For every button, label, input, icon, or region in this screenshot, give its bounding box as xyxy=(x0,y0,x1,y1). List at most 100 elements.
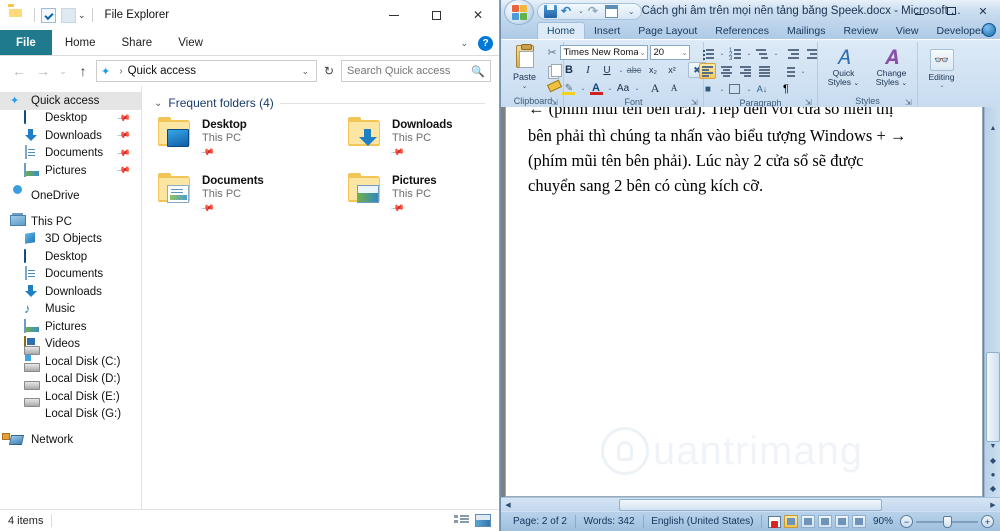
sidebar-item-quick-access[interactable]: ✦ Quick access xyxy=(0,92,141,110)
sidebar-item-documents[interactable]: Documents 📌 xyxy=(0,145,141,163)
tab-references[interactable]: References xyxy=(706,23,778,39)
customize-qat-caret-icon[interactable]: ⌄ xyxy=(78,10,86,21)
shrink-font-icon[interactable]: A xyxy=(666,80,683,96)
draft-icon[interactable] xyxy=(851,515,866,528)
maximize-button[interactable] xyxy=(936,2,966,20)
sidebar-item-local-disk-g[interactable]: Local Disk (G:) xyxy=(0,406,141,424)
align-center-icon[interactable] xyxy=(718,63,735,79)
web-layout-icon[interactable] xyxy=(817,515,832,528)
quick-styles-button[interactable]: 𝐴 Quick Styles ⌄ xyxy=(822,47,866,88)
sidebar-item-network[interactable]: Network xyxy=(0,431,141,449)
up-button[interactable]: ↑ xyxy=(72,60,94,82)
page-indicator[interactable]: Page: 2 of 2 xyxy=(505,516,575,527)
scrollbar-thumb[interactable] xyxy=(986,352,1000,442)
strikethrough-button[interactable]: abc xyxy=(626,62,643,78)
folder-tile-downloads[interactable]: Downloads This PC 📌 xyxy=(344,116,499,160)
sidebar-item-downloads[interactable]: Downloads 📌 xyxy=(0,127,141,145)
folder-icon[interactable] xyxy=(8,7,24,23)
close-button[interactable]: ✕ xyxy=(968,2,998,20)
zoom-level[interactable]: 90% xyxy=(869,516,897,527)
new-folder-icon[interactable] xyxy=(61,7,76,23)
sidebar-item-music[interactable]: ♪ Music xyxy=(0,301,141,319)
multilevel-dropdown-icon[interactable]: ⌄ xyxy=(774,50,779,57)
sidebar-item-local-disk-d[interactable]: Local Disk (D:) xyxy=(0,371,141,389)
ribbon-tab-view[interactable]: View xyxy=(165,30,216,55)
address-input[interactable]: ✦ › Quick access ⌄ xyxy=(96,60,317,82)
zoom-slider-handle[interactable] xyxy=(943,515,953,528)
font-size-combo[interactable]: 20 ⌄ xyxy=(650,45,691,60)
document-body[interactable]: bên phải thì chúng ta nhấn vào biểu tượn… xyxy=(506,121,982,198)
font-dialog-launcher[interactable]: ⇲ xyxy=(691,98,700,107)
scroll-down-button[interactable]: ▼ xyxy=(985,439,1000,453)
folder-tile-pictures[interactable]: Pictures This PC 📌 xyxy=(344,172,499,216)
pin-icon[interactable]: 📌 xyxy=(116,128,131,143)
numbering-icon[interactable]: 123 xyxy=(726,45,743,62)
align-left-icon[interactable] xyxy=(699,63,717,79)
ribbon-tab-home[interactable]: Home xyxy=(52,30,109,55)
line-spacing-dropdown-icon[interactable]: ⌄ xyxy=(800,68,805,75)
folder-tile-desktop[interactable]: Desktop This PC 📌 xyxy=(154,116,344,160)
borders-dropdown-icon[interactable]: ⌄ xyxy=(746,86,751,93)
redo-icon[interactable]: ↷ xyxy=(588,4,601,18)
chevron-down-icon[interactable]: ⌄ xyxy=(154,98,162,109)
sidebar-item-videos[interactable]: Videos xyxy=(0,336,141,354)
table-icon[interactable] xyxy=(604,4,618,18)
tab-mailings[interactable]: Mailings xyxy=(778,23,835,39)
change-styles-button[interactable]: 𝑨 Change Styles ⌄ xyxy=(870,47,914,88)
superscript-button[interactable]: x² xyxy=(664,62,681,78)
sort-icon[interactable]: A↓ xyxy=(754,81,771,97)
underline-button[interactable]: U xyxy=(598,62,615,78)
sidebar-item-desktop[interactable]: Desktop 📌 xyxy=(0,110,141,128)
customize-qat-icon[interactable]: ⌄ xyxy=(628,7,635,16)
refresh-button[interactable]: ↻ xyxy=(319,60,339,82)
select-browse-object-icon[interactable]: ● xyxy=(985,467,1000,481)
align-right-icon[interactable] xyxy=(737,63,754,79)
pin-icon[interactable]: 📌 xyxy=(200,145,215,160)
scroll-left-button[interactable]: ◀ xyxy=(501,498,515,511)
recent-locations-icon[interactable]: ⌄ xyxy=(56,66,70,77)
ribbon-tab-share[interactable]: Share xyxy=(109,30,166,55)
language-indicator[interactable]: English (United States) xyxy=(643,516,761,527)
editing-dropdown-icon[interactable]: ⌄ xyxy=(939,82,944,89)
print-layout-icon[interactable] xyxy=(783,515,798,528)
horizontal-scrollbar[interactable]: ◀ ▶ xyxy=(501,497,1000,511)
font-color-dropdown-icon[interactable]: ⌄ xyxy=(608,85,613,92)
document-page[interactable]: ← (phím mũi tên bên trái). Tiếp đến với … xyxy=(505,107,983,497)
save-icon[interactable] xyxy=(544,4,557,18)
text-highlight-icon[interactable]: ✎ xyxy=(560,80,577,96)
tab-view[interactable]: View xyxy=(887,23,928,39)
styles-dialog-launcher[interactable]: ⇲ xyxy=(905,98,914,107)
pin-icon[interactable]: 📌 xyxy=(116,146,131,161)
zoom-slider[interactable] xyxy=(916,515,978,528)
back-button[interactable]: ← xyxy=(8,60,30,82)
decrease-indent-icon[interactable] xyxy=(786,45,803,61)
full-screen-reading-icon[interactable] xyxy=(800,515,815,528)
hscroll-thumb[interactable] xyxy=(618,498,883,511)
clipboard-dialog-launcher[interactable]: ⇲ xyxy=(551,98,560,107)
format-painter-icon[interactable] xyxy=(546,81,562,95)
undo-dropdown-icon[interactable]: ⌄ xyxy=(578,7,584,15)
navigation-pane[interactable]: ✦ Quick access Desktop 📌 Downloads 📌 Documents… xyxy=(0,86,142,509)
close-button[interactable]: ✕ xyxy=(457,0,499,30)
font-color-icon[interactable]: A xyxy=(588,80,605,96)
numbering-dropdown-icon[interactable]: ⌄ xyxy=(746,50,751,57)
next-page-icon[interactable]: ◆ xyxy=(985,481,1000,495)
minimize-button[interactable] xyxy=(373,0,415,30)
bullets-icon[interactable] xyxy=(699,45,716,61)
paragraph-dialog-launcher[interactable]: ⇲ xyxy=(805,98,814,107)
shading-icon[interactable]: ■ xyxy=(699,81,716,97)
sidebar-item-documents[interactable]: Documents xyxy=(0,266,141,284)
address-dropdown-icon[interactable]: ⌄ xyxy=(301,66,312,77)
expand-ribbon-chevron-icon[interactable]: ⌄ xyxy=(460,38,468,49)
paste-dropdown-icon[interactable]: ⌄ xyxy=(522,82,528,90)
sidebar-item-3d-objects[interactable]: 3D Objects xyxy=(0,231,141,249)
sidebar-item-local-disk-c[interactable]: Local Disk (C:) xyxy=(0,353,141,371)
hscroll-track[interactable] xyxy=(515,498,986,511)
help-icon[interactable]: ? xyxy=(478,35,493,51)
borders-icon[interactable] xyxy=(726,81,743,97)
details-view-icon[interactable] xyxy=(454,514,469,527)
pin-icon[interactable]: 📌 xyxy=(116,163,131,178)
vertical-scrollbar[interactable]: ▲ ▼ ◆ ● ◆ xyxy=(984,107,1000,497)
line-spacing-icon[interactable] xyxy=(780,63,797,79)
tab-insert[interactable]: Insert xyxy=(585,23,629,39)
